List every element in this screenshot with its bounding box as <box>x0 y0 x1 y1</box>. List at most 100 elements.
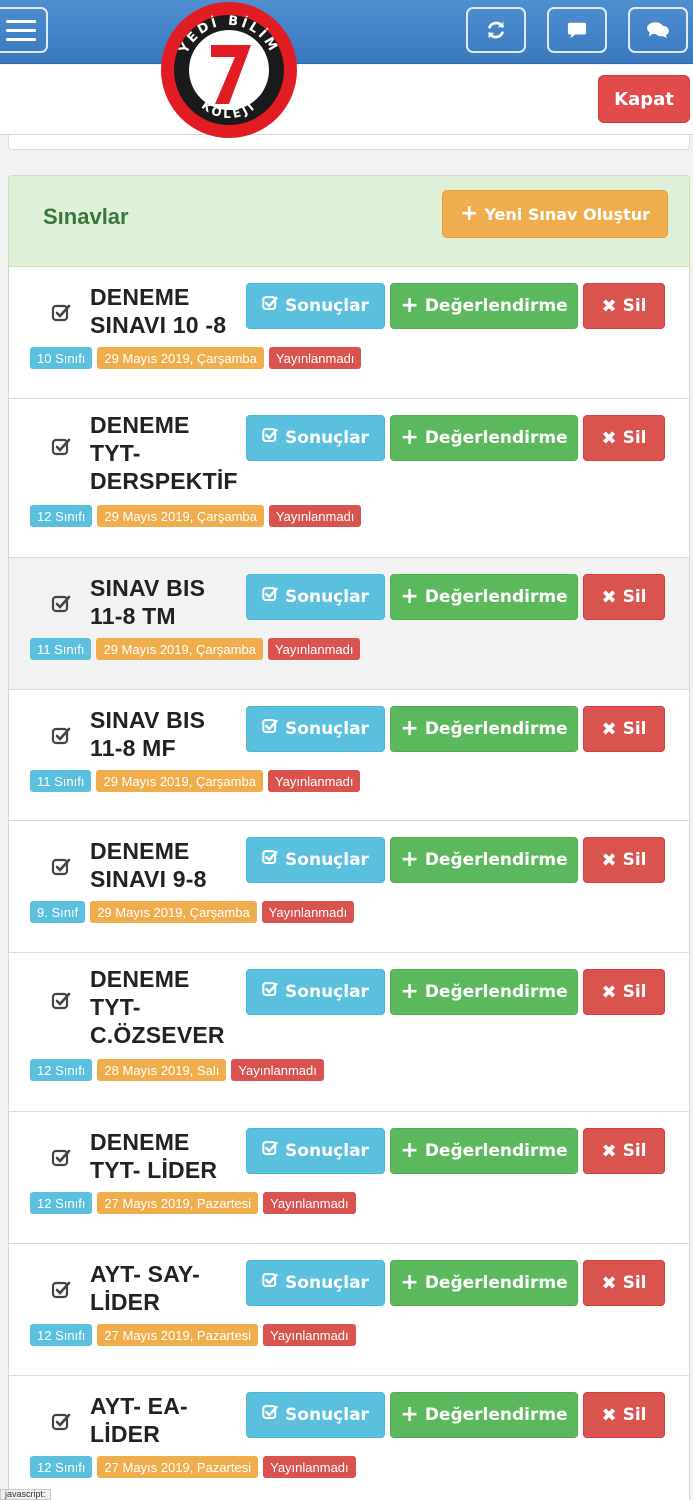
delete-label: Sil <box>622 1273 647 1293</box>
status-badge: Yayınlanmadı <box>261 901 355 923</box>
delete-button[interactable]: ✖ Sil <box>583 706 665 752</box>
exam-row: DENEME SINAVI 9-8 Sonuçlar + Değerlendirm… <box>9 821 689 953</box>
exam-row: DENEME TYT- DERSPEKTİF Sonuçlar + Değerlen… <box>9 399 689 558</box>
status-badge: Yayınlanmadı <box>267 638 361 660</box>
delete-button[interactable]: ✖ Sil <box>583 415 665 461</box>
delete-label: Sil <box>622 296 647 316</box>
status-badge: Yayınlanmadı <box>263 1324 356 1346</box>
exam-name-line: SINAV BIS <box>90 707 206 733</box>
evaluate-label: Değerlendirme <box>424 587 568 607</box>
check-square-icon <box>262 295 279 317</box>
results-label: Sonuçlar <box>285 850 369 870</box>
top-navbar <box>0 0 693 64</box>
check-square-icon <box>51 1148 71 1168</box>
check-square-icon <box>51 594 71 614</box>
evaluate-button[interactable]: + Değerlendirme <box>390 1128 578 1174</box>
evaluate-label: Değerlendirme <box>424 296 568 316</box>
evaluate-button[interactable]: + Değerlendirme <box>390 837 578 883</box>
school-logo[interactable]: YEDİ BİLİM KOLEJİ <box>159 0 299 140</box>
evaluate-label: Değerlendirme <box>424 719 568 739</box>
times-icon: ✖ <box>601 586 617 608</box>
check-square-icon <box>51 991 71 1011</box>
results-button[interactable]: Sonuçlar <box>246 1260 385 1306</box>
evaluate-button[interactable]: + Değerlendirme <box>390 574 578 620</box>
results-button[interactable]: Sonuçlar <box>246 1392 385 1438</box>
plus-icon: + <box>400 584 419 609</box>
check-square-icon <box>262 427 279 449</box>
exam-labels: 11 Sınıfı 29 Mayıs 2019, Çarşamba Yayınl… <box>30 638 361 660</box>
exam-row: DENEME TYT- C.ÖZSEVER Sonuçlar + Değerlend… <box>9 953 689 1112</box>
times-icon: ✖ <box>601 718 617 740</box>
plus-icon: + <box>460 201 479 226</box>
new-exam-label: Yeni Sınav Oluştur <box>484 204 650 224</box>
evaluate-label: Değerlendirme <box>424 1141 568 1161</box>
exam-name-line: TYT- <box>90 440 141 466</box>
status-badge: Yayınlanmadı <box>263 1456 356 1478</box>
message-button[interactable] <box>547 7 607 53</box>
menu-toggle-button[interactable] <box>0 7 48 53</box>
evaluate-label: Değerlendirme <box>424 982 568 1002</box>
delete-button[interactable]: ✖ Sil <box>583 574 665 620</box>
status-badge: Yayınlanmadı <box>268 505 362 527</box>
delete-label: Sil <box>622 1405 647 1425</box>
evaluate-button[interactable]: + Değerlendirme <box>390 415 578 461</box>
exam-name: DENEME SINAVI 9-8 <box>90 837 240 893</box>
exam-name: AYT- SAY- LİDER <box>90 1260 240 1316</box>
exam-labels: 12 Sınıfı 29 Mayıs 2019, Çarşamba Yayınl… <box>30 505 362 527</box>
check-square-icon <box>262 1404 279 1426</box>
evaluate-button[interactable]: + Değerlendirme <box>390 706 578 752</box>
check-square-icon <box>51 1280 71 1300</box>
exam-labels: 12 Sınıfı 27 Mayıs 2019, Pazartesi Yayın… <box>30 1324 356 1346</box>
delete-button[interactable]: ✖ Sil <box>583 283 665 329</box>
evaluate-button[interactable]: + Değerlendirme <box>390 969 578 1015</box>
grade-badge: 11 Sınıfı <box>30 770 92 792</box>
times-icon: ✖ <box>601 981 617 1003</box>
evaluate-button[interactable]: + Değerlendirme <box>390 1392 578 1438</box>
exam-labels: 12 Sınıfı 27 Mayıs 2019, Pazartesi Yayın… <box>30 1456 356 1478</box>
delete-button[interactable]: ✖ Sil <box>583 969 665 1015</box>
exam-name-line: DERSPEKTİF <box>90 468 238 494</box>
exam-name-line: TYT- <box>90 994 141 1020</box>
evaluate-label: Değerlendirme <box>424 1405 568 1425</box>
page-title: Sınavlar <box>43 204 129 229</box>
delete-button[interactable]: ✖ Sil <box>583 1128 665 1174</box>
grade-badge: 11 Sınıfı <box>30 638 92 660</box>
refresh-icon <box>488 21 504 39</box>
times-icon: ✖ <box>601 1404 617 1426</box>
previous-panel-edge <box>8 135 690 150</box>
results-label: Sonuçlar <box>285 1141 369 1161</box>
close-button[interactable]: Kapat <box>598 75 690 123</box>
evaluate-button[interactable]: + Değerlendirme <box>390 1260 578 1306</box>
results-button[interactable]: Sonuçlar <box>246 574 385 620</box>
plus-icon: + <box>400 979 419 1004</box>
refresh-button[interactable] <box>466 7 526 53</box>
delete-button[interactable]: ✖ Sil <box>583 837 665 883</box>
comment-icon <box>567 22 587 39</box>
menu-icon-bar <box>6 38 36 41</box>
check-square-icon <box>262 586 279 608</box>
chat-button[interactable] <box>628 7 688 53</box>
exam-name: SINAV BIS 11-8 TM <box>90 574 240 630</box>
check-square-icon <box>262 1272 279 1294</box>
plus-icon: + <box>400 1270 419 1295</box>
comments-icon <box>647 22 669 39</box>
times-icon: ✖ <box>601 427 617 449</box>
new-exam-button[interactable]: + Yeni Sınav Oluştur <box>442 190 668 238</box>
results-button[interactable]: Sonuçlar <box>246 283 385 329</box>
results-button[interactable]: Sonuçlar <box>246 837 385 883</box>
plus-icon: + <box>400 293 419 318</box>
status-badge: Yayınlanmadı <box>267 770 361 792</box>
evaluate-button[interactable]: + Değerlendirme <box>390 283 578 329</box>
delete-label: Sil <box>622 587 647 607</box>
results-button[interactable]: Sonuçlar <box>246 969 385 1015</box>
exam-name: DENEME SINAVI 10 -8 <box>90 283 240 339</box>
results-button[interactable]: Sonuçlar <box>246 415 385 461</box>
exam-name: DENEME TYT- LİDER <box>90 1128 240 1184</box>
exam-name: AYT- EA- LİDER <box>90 1392 240 1448</box>
delete-button[interactable]: ✖ Sil <box>583 1260 665 1306</box>
exam-name-line: DENEME <box>90 412 190 438</box>
results-button[interactable]: Sonuçlar <box>246 706 385 752</box>
results-button[interactable]: Sonuçlar <box>246 1128 385 1174</box>
delete-label: Sil <box>622 982 647 1002</box>
delete-button[interactable]: ✖ Sil <box>583 1392 665 1438</box>
